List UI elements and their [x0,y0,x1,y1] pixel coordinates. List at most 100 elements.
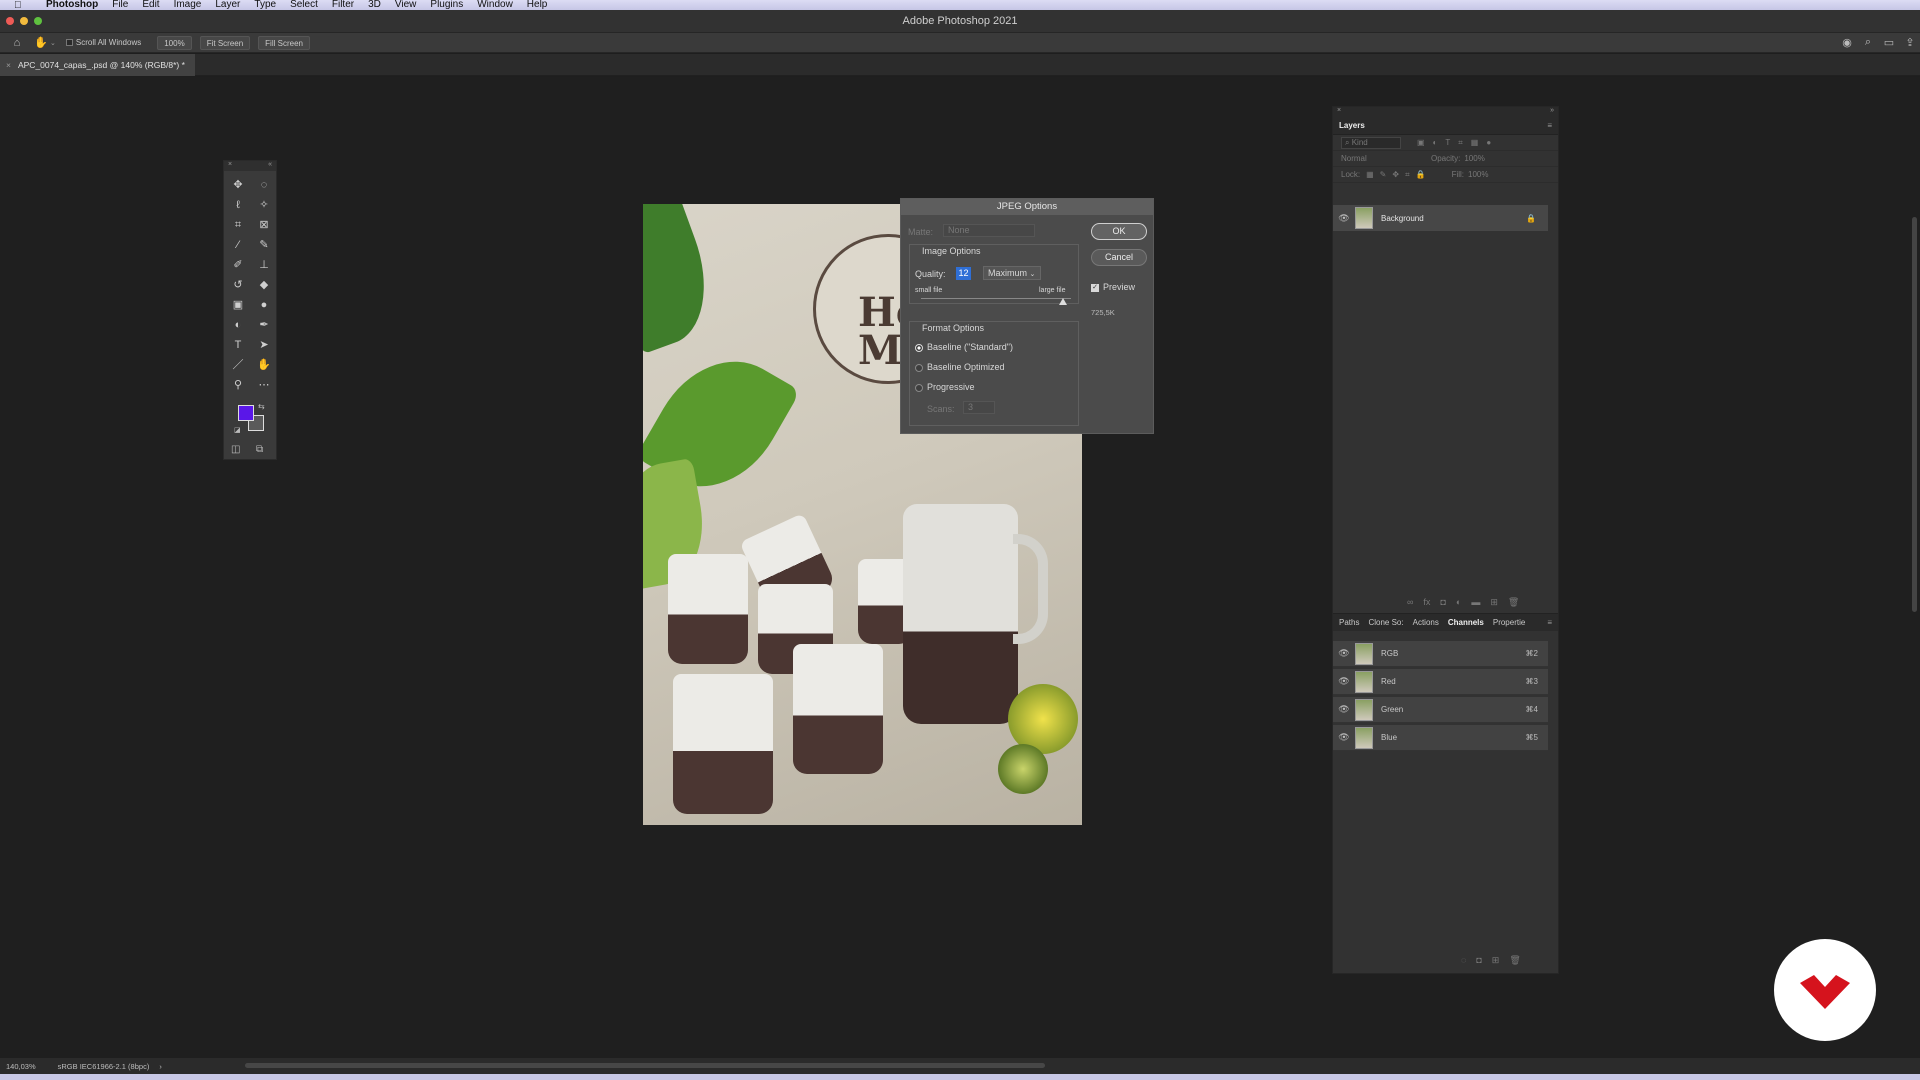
share-icon[interactable]: ⇪ [1904,36,1916,50]
close-icon[interactable]: × [1337,107,1341,117]
menu-app-photoshop[interactable]: Photoshop [46,0,98,10]
search-icon[interactable]: ⌕ [1862,36,1874,50]
quick-mask-icon[interactable]: ◫ [231,444,240,455]
kind-filter-select[interactable]: ⌕ Kind [1341,136,1401,149]
path-selection-tool-icon[interactable]: ➤ [252,335,276,355]
move-tool-icon[interactable]: ✥ [226,175,250,195]
tab-channels[interactable]: Channels [1448,618,1484,627]
trash-icon[interactable]: 🗑 [1508,597,1519,608]
scans-select[interactable]: 3 [963,401,995,414]
elliptical-marquee-tool-icon[interactable]: ◌ [252,175,276,195]
default-colors-icon[interactable]: ◪ [234,426,241,434]
apple-icon[interactable]:  [14,0,30,11]
format-baseline-radio[interactable]: Baseline ("Standard") [915,342,1013,352]
load-selection-icon[interactable]: ◌ [1461,955,1466,966]
save-selection-icon[interactable]: ◘ [1476,955,1481,966]
layer-row-background[interactable]: 👁 Background 🔒 [1333,205,1548,231]
new-channel-icon[interactable]: ⊞ [1492,955,1500,966]
menu-select[interactable]: Select [290,0,318,10]
channel-row-blue[interactable]: 👁 Blue ⌘5 [1333,725,1548,751]
menu-filter[interactable]: Filter [332,0,354,10]
fill-screen-button[interactable]: Fill Screen [258,35,310,50]
menu-window[interactable]: Window [477,0,513,10]
channel-row-rgb[interactable]: 👁 RGB ⌘2 [1333,641,1548,667]
mask-icon[interactable]: ◘ [1440,597,1445,608]
blur-tool-icon[interactable]: ● [252,295,276,315]
eyedropper-tool-icon[interactable]: ⁄ [226,235,250,255]
foreground-color-swatch[interactable] [238,405,254,421]
menu-help[interactable]: Help [527,0,548,10]
eraser-tool-icon[interactable]: ◆ [252,275,276,295]
panel-dock-header[interactable]: ×» [1333,107,1558,117]
minimize-window-button[interactable] [20,17,28,25]
fit-screen-button[interactable]: Fit Screen [199,35,251,50]
panel-menu-icon[interactable]: ≡ [1547,121,1552,130]
dialog-title[interactable]: JPEG Options [901,199,1153,215]
collapse-icon[interactable]: » [1550,107,1554,117]
fill-input[interactable]: 100% [1468,170,1488,179]
clone-stamp-tool-icon[interactable]: ⊥ [252,255,276,275]
ok-button[interactable]: OK [1091,223,1147,240]
quality-slider-thumb[interactable] [1059,298,1067,305]
crop-tool-icon[interactable]: ⌗ [226,215,250,235]
document-tab[interactable]: × APC_0074_capas_.psd @ 140% (RGB/8*) * [0,54,195,76]
opacity-input[interactable]: 100% [1464,154,1484,163]
color-profile-readout[interactable]: sRGB IEC61966-2.1 (8bpc) [58,1062,150,1071]
tab-properties[interactable]: Propertie [1493,618,1525,627]
format-progressive-radio[interactable]: Progressive [915,382,975,392]
healing-brush-tool-icon[interactable]: ✎ [252,235,276,255]
zoom-readout[interactable]: 140,03% [6,1062,36,1071]
account-icon[interactable]: ◉ [1841,36,1853,50]
menu-file[interactable]: File [112,0,128,10]
lock-icons[interactable]: ▦✎✥⌗🔒 [1366,170,1431,180]
menu-3d[interactable]: 3D [368,0,381,10]
quality-slider-track[interactable] [921,298,1071,299]
zoom-100-button[interactable]: 100% [157,35,192,50]
new-layer-icon[interactable]: ⊞ [1490,597,1498,608]
trash-icon[interactable]: 🗑 [1509,955,1520,966]
close-icon[interactable]: × [228,161,232,171]
channel-row-green[interactable]: 👁 Green ⌘4 [1333,697,1548,723]
magic-wand-tool-icon[interactable]: ✧ [252,195,276,215]
quality-input[interactable]: 12 [956,267,971,280]
menu-image[interactable]: Image [174,0,202,10]
vertical-scrollbar[interactable] [1912,217,1917,612]
eye-icon[interactable]: 👁 [1337,704,1351,715]
chevron-down-icon[interactable]: ⌄ [50,39,56,47]
brush-tool-icon[interactable]: ✐ [226,255,250,275]
hand-tool-icon[interactable]: ✋ [252,355,276,375]
menu-type[interactable]: Type [254,0,276,10]
quality-preset-select[interactable]: Maximum ⌄ [983,266,1041,280]
history-brush-tool-icon[interactable]: ↺ [226,275,250,295]
cancel-button[interactable]: Cancel [1091,249,1147,266]
preview-checkbox[interactable]: ✓ Preview [1091,282,1135,292]
menu-edit[interactable]: Edit [142,0,159,10]
zoom-tool-icon[interactable]: ⚲ [226,375,250,395]
pen-tool-icon[interactable]: ✒ [252,315,276,335]
channel-row-red[interactable]: 👁 Red ⌘3 [1333,669,1548,695]
lock-icon[interactable]: 🔒 [1526,214,1536,223]
fx-icon[interactable]: fx [1423,597,1430,608]
lasso-tool-icon[interactable]: ℓ [226,195,250,215]
close-window-button[interactable] [6,17,14,25]
format-baseline-optimized-radio[interactable]: Baseline Optimized [915,362,1005,372]
folder-icon[interactable]: ▬ [1471,597,1480,608]
dodge-tool-icon[interactable]: ◐ [226,315,250,335]
close-tab-icon[interactable]: × [6,60,11,70]
swap-colors-icon[interactable]: ⇆ [258,402,265,411]
tab-paths[interactable]: Paths [1339,618,1359,627]
link-icon[interactable]: ∞ [1407,597,1413,608]
menu-plugins[interactable]: Plugins [430,0,463,10]
adjustment-icon[interactable]: ◐ [1456,597,1461,608]
tools-panel-header[interactable]: × « [224,161,276,171]
layer-filter-icons[interactable]: ▣◐T⌗▦● [1417,138,1499,148]
eye-icon[interactable]: 👁 [1337,732,1351,743]
collapse-icon[interactable]: « [268,161,272,171]
type-tool-icon[interactable]: T [226,335,250,355]
menu-layer[interactable]: Layer [215,0,240,10]
line-tool-icon[interactable]: ／ [226,355,250,375]
frame-tool-icon[interactable]: ⊠ [252,215,276,235]
tab-layers[interactable]: Layers [1339,121,1365,130]
horizontal-scrollbar[interactable] [245,1063,1045,1068]
eye-icon[interactable]: 👁 [1337,648,1351,659]
